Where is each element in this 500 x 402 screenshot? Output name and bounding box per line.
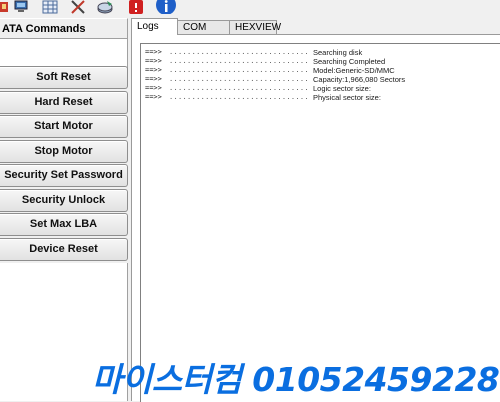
soft-reset-button[interactable]: Soft Reset [0,66,128,89]
logs-tab-panel: ==>> ...................................… [131,34,500,402]
log-message: Searching disk [313,48,363,57]
ata-commands-header: ATA Commands [0,18,128,39]
security-set-password-button[interactable]: Security Set Password [0,164,128,187]
log-arrow: ==>> [145,66,162,74]
tab-logs[interactable]: Logs [131,18,178,35]
start-motor-button[interactable]: Start Motor [0,115,128,138]
log-output[interactable]: ==>> ...................................… [140,43,500,402]
log-dots: ........................................… [169,66,309,74]
log-message: Physical sector size: [313,93,381,102]
log-message: Model:Generic-SD/MMC [313,66,395,75]
stop-icon[interactable] [128,0,144,14]
log-message: Logic sector size: [313,84,371,93]
security-unlock-button[interactable]: Security Unlock [0,189,128,212]
set-max-lba-button[interactable]: Set Max LBA [0,213,128,236]
drive-icon[interactable] [97,0,113,14]
log-message: Searching Completed [313,57,386,66]
hard-reset-button[interactable]: Hard Reset [0,91,128,114]
log-arrow: ==>> [145,57,162,65]
grid-icon[interactable] [42,0,58,14]
log-dots: ........................................… [169,84,309,92]
device-reset-button[interactable]: Device Reset [0,238,128,261]
log-arrow: ==>> [145,84,162,92]
tab-hexview[interactable]: HEXVIEW [229,20,281,34]
log-message: Capacity:1,966,080 Sectors [313,75,406,84]
log-dots: ........................................… [169,48,309,56]
ata-commands-panel: ATA Commands Soft Reset Hard Reset Start… [0,16,129,401]
log-arrow: ==>> [145,48,162,56]
log-dots: ........................................… [169,93,309,101]
stop-motor-button[interactable]: Stop Motor [0,140,128,163]
tab-com[interactable]: COM [177,20,230,34]
log-arrow: ==>> [145,75,162,83]
watermark-text: 마이스터컴 01052459228 [92,360,500,399]
log-dots: ........................................… [169,75,309,83]
toolbar [0,0,500,16]
computer-icon[interactable] [14,0,30,14]
info-icon[interactable] [156,0,176,14]
tools-icon[interactable] [70,0,86,14]
log-dots: ........................................… [169,57,309,65]
log-arrow: ==>> [145,93,162,101]
